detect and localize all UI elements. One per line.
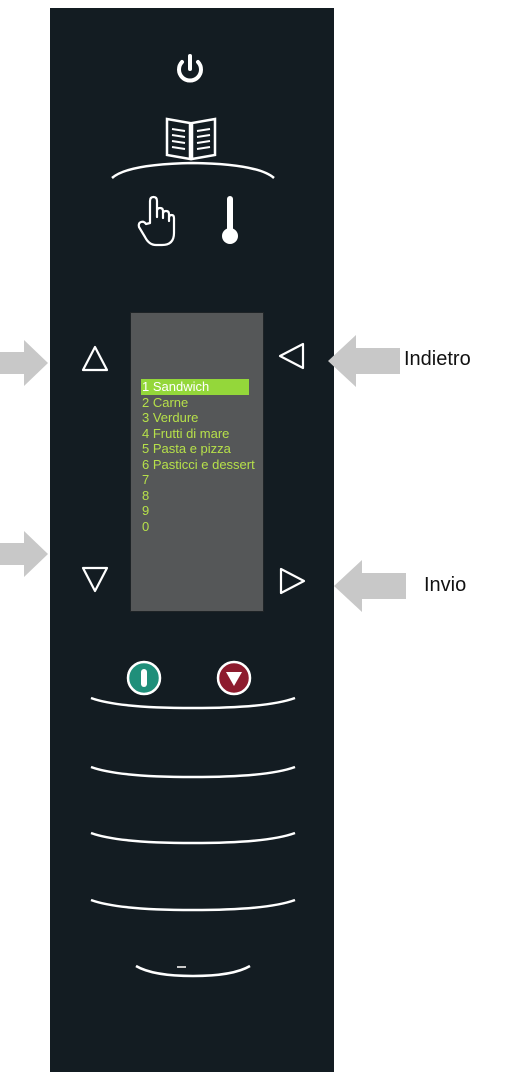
recipe-book-button[interactable]	[163, 113, 219, 161]
menu-list: 1 Sandwich 2 Carne 3 Verdure 4 Frutti di…	[141, 379, 261, 534]
thermometer-icon	[222, 196, 238, 244]
divider-1	[88, 688, 298, 712]
back-button[interactable]	[277, 341, 307, 371]
divider-2	[88, 757, 298, 781]
power-button[interactable]	[170, 52, 210, 88]
left-arrow-icon	[278, 342, 305, 370]
back-label: Indietro	[404, 348, 471, 370]
send-button[interactable]	[277, 566, 307, 596]
menu-item-carne[interactable]: 2 Carne	[141, 395, 261, 411]
menu-item-frutti-di-mare[interactable]: 4 Frutti di mare	[141, 426, 261, 442]
menu-item-7[interactable]: 7	[141, 472, 261, 488]
up-button[interactable]	[80, 344, 110, 374]
up-arrow-icon	[81, 345, 109, 372]
book-icon	[165, 117, 217, 161]
menu-item-verdure[interactable]: 3 Verdure	[141, 410, 261, 426]
divider-5	[133, 958, 253, 982]
menu-item-sandwich[interactable]: 1 Sandwich	[141, 379, 249, 395]
temperature-button[interactable]	[216, 193, 244, 247]
pointer-arrow-send	[332, 558, 408, 614]
pointer-arrow-down	[0, 529, 50, 579]
menu-item-8[interactable]: 8	[141, 488, 261, 504]
pointer-arrow-back	[326, 333, 402, 389]
right-arrow-icon	[279, 567, 306, 595]
divider-4	[88, 890, 298, 914]
menu-item-9[interactable]: 9	[141, 503, 261, 519]
down-button[interactable]	[80, 564, 110, 594]
down-arrow-icon	[81, 566, 109, 593]
menu-item-0[interactable]: 0	[141, 519, 261, 535]
menu-item-pasticci-e-dessert[interactable]: 6 Pasticci e dessert	[141, 457, 260, 473]
manual-mode-button[interactable]	[136, 193, 176, 247]
display-screen: 1 Sandwich 2 Carne 3 Verdure 4 Frutti di…	[130, 312, 264, 612]
top-divider	[108, 158, 278, 182]
pointer-arrow-up	[0, 338, 50, 388]
small-dash	[177, 966, 186, 968]
power-icon	[177, 54, 203, 83]
hand-icon	[137, 195, 176, 247]
send-label: Invio	[424, 574, 467, 596]
divider-3	[88, 823, 298, 847]
menu-item-pasta-e-pizza[interactable]: 5 Pasta e pizza	[141, 441, 261, 457]
